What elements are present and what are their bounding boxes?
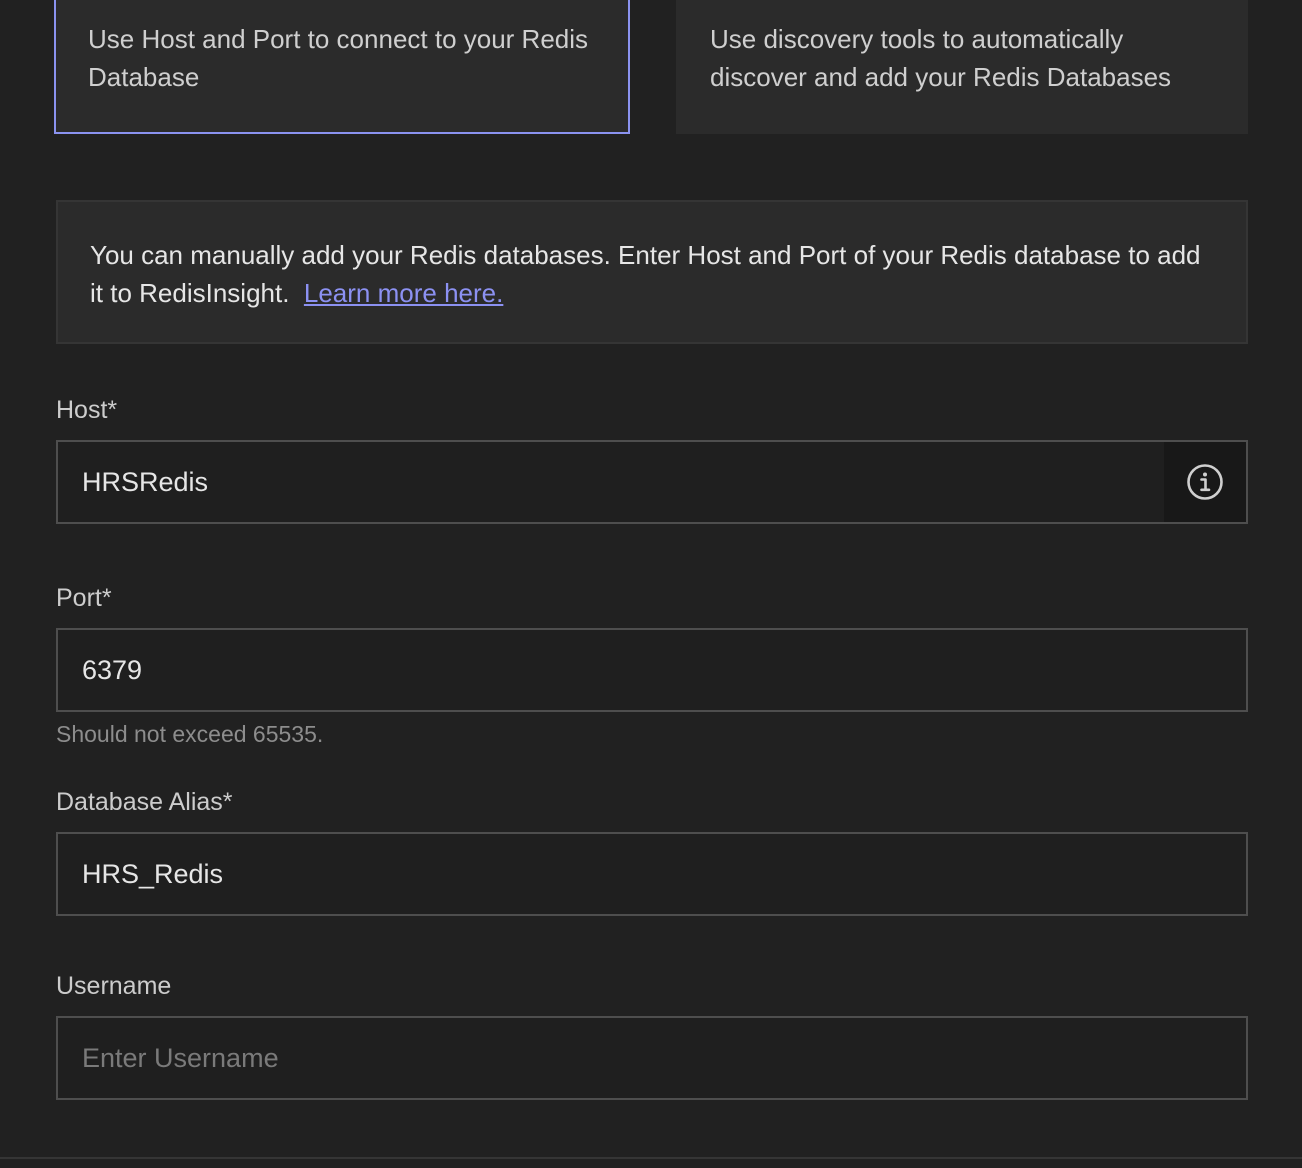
add-database-form: Use Host and Port to connect to your Red…	[0, 0, 1302, 1168]
manual-info-text: You can manually add your Redis database…	[90, 240, 1201, 308]
manual-info-message: You can manually add your Redis database…	[56, 200, 1248, 344]
port-hint: Should not exceed 65535.	[56, 721, 324, 747]
username-label: Username	[56, 972, 172, 1000]
port-label: Port*	[56, 584, 112, 612]
alias-field-wrapper	[56, 832, 1248, 916]
host-field-wrapper	[56, 440, 1248, 524]
connection-option-discovery[interactable]: Use discovery tools to automatically dis…	[676, 0, 1248, 134]
host-input[interactable]	[58, 442, 1164, 522]
connection-option-discovery-text: Use discovery tools to automatically dis…	[710, 24, 1172, 92]
learn-more-link[interactable]: Learn more here.	[304, 278, 503, 308]
username-input[interactable]	[58, 1018, 1246, 1098]
connection-option-manual[interactable]: Use Host and Port to connect to your Red…	[54, 0, 630, 134]
alias-input[interactable]	[58, 834, 1246, 914]
alias-label: Database Alias*	[56, 788, 233, 816]
port-input[interactable]	[58, 630, 1246, 710]
footer-divider	[0, 1157, 1302, 1159]
connection-option-manual-text: Use Host and Port to connect to your Red…	[88, 24, 589, 92]
host-label: Host*	[56, 396, 118, 424]
username-field-wrapper	[56, 1016, 1248, 1100]
port-field-wrapper	[56, 628, 1248, 712]
info-icon	[1187, 464, 1223, 500]
host-info-button[interactable]	[1164, 442, 1246, 522]
